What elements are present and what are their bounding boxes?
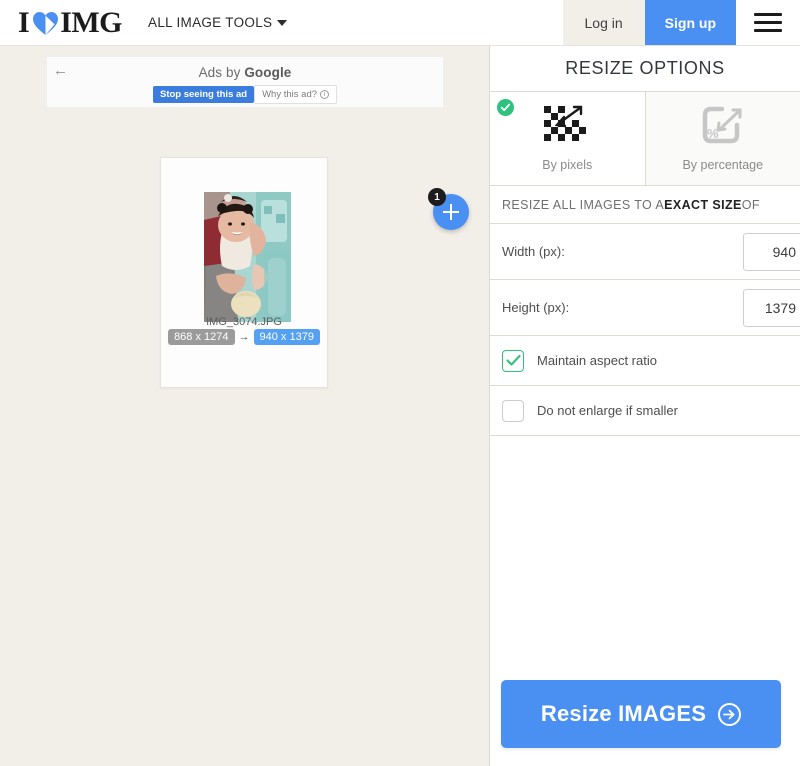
arrow-right-circle-icon <box>718 703 741 726</box>
resize-options-panel: RESIZE OPTIONS <box>489 46 800 766</box>
size-badges: 868 x 1274 → 940 x 1379 <box>161 329 327 345</box>
width-label: Width (px): <box>502 244 565 259</box>
panel-title: RESIZE OPTIONS <box>490 46 800 92</box>
image-thumbnail <box>204 192 291 322</box>
logo-text-post: IMG <box>60 6 122 40</box>
heart-icon <box>32 11 59 36</box>
info-icon: i <box>320 90 329 99</box>
site-logo[interactable]: I IMG <box>18 6 122 40</box>
logo-text-pre: I <box>18 6 29 40</box>
ad-buttons-row: Stop seeing this ad Why this ad? i <box>47 85 443 104</box>
height-field-row: Height (px): 1379 <box>490 280 800 336</box>
hamburger-menu-icon[interactable] <box>736 0 800 45</box>
height-value: 1379 <box>765 300 796 316</box>
tab-by-pixels[interactable]: By pixels <box>490 92 645 185</box>
file-count-badge: 1 <box>428 188 446 206</box>
chevron-down-icon <box>277 20 287 26</box>
width-input[interactable]: 940 <box>743 233 800 271</box>
back-arrow-icon[interactable]: ← <box>53 63 68 78</box>
exact-size-suffix: OF <box>742 198 760 212</box>
svg-text:%: % <box>707 126 719 141</box>
maintain-aspect-ratio-label: Maintain aspect ratio <box>537 353 657 368</box>
width-value: 940 <box>773 244 796 260</box>
hamburger-line <box>754 29 782 32</box>
all-image-tools-menu[interactable]: ALL IMAGE TOOLS <box>148 15 287 30</box>
width-field-row: Width (px): 940 <box>490 224 800 280</box>
hamburger-line <box>754 13 782 16</box>
height-input[interactable]: 1379 <box>743 289 800 327</box>
exact-size-heading: RESIZE ALL IMAGES TO A EXACT SIZE OF <box>490 186 800 224</box>
maintain-aspect-ratio-checkbox[interactable] <box>502 350 524 372</box>
exact-size-strong: EXACT SIZE <box>664 198 742 212</box>
resize-mode-tabs: By pixels % By percentage <box>490 92 800 186</box>
google-brand: Google <box>244 65 291 80</box>
check-circle-icon <box>497 99 514 116</box>
ads-by-google-label: Ads by Google <box>47 57 443 80</box>
plus-icon <box>443 211 459 213</box>
original-size-badge: 868 x 1274 <box>168 329 234 345</box>
ads-by-prefix: Ads by <box>199 65 245 80</box>
why-this-ad-label: Why this ad? <box>262 89 317 100</box>
do-not-enlarge-label: Do not enlarge if smaller <box>537 403 678 418</box>
workspace-area: ← Ads by Google Stop seeing this ad Why … <box>0 46 489 766</box>
do-not-enlarge-checkbox[interactable] <box>502 400 524 422</box>
header-actions: Log in Sign up <box>563 0 800 45</box>
new-size-badge: 940 x 1379 <box>254 329 320 345</box>
pixels-resize-icon <box>544 105 590 152</box>
size-arrow-icon: → <box>239 332 250 343</box>
stop-seeing-this-ad-button[interactable]: Stop seeing this ad <box>153 86 254 103</box>
file-name-label: IMG_3074.JPG <box>161 316 327 328</box>
tab-by-pixels-label: By pixels <box>542 158 592 172</box>
height-label: Height (px): <box>502 300 569 315</box>
tab-by-percentage[interactable]: % By percentage <box>645 92 800 185</box>
tab-by-percentage-label: By percentage <box>682 158 763 172</box>
top-header: I IMG ALL IMAGE TOOLS Log in Sign up <box>0 0 800 46</box>
percentage-resize-icon: % <box>700 105 746 152</box>
resize-images-label: Resize IMAGES <box>541 701 706 727</box>
resize-images-button[interactable]: Resize IMAGES <box>501 680 781 748</box>
exact-size-prefix: RESIZE ALL IMAGES TO A <box>502 198 664 212</box>
do-not-enlarge-row[interactable]: Do not enlarge if smaller <box>490 386 800 436</box>
why-this-ad-button[interactable]: Why this ad? i <box>254 85 337 104</box>
file-card[interactable]: IMG_3074.JPG 868 x 1274 → 940 x 1379 <box>160 157 328 388</box>
hamburger-line <box>754 21 782 24</box>
advertisement-box: ← Ads by Google Stop seeing this ad Why … <box>46 56 444 108</box>
login-button[interactable]: Log in <box>563 0 645 45</box>
maintain-aspect-ratio-row[interactable]: Maintain aspect ratio <box>490 336 800 386</box>
all-image-tools-label: ALL IMAGE TOOLS <box>148 15 272 30</box>
signup-button[interactable]: Sign up <box>645 0 736 45</box>
